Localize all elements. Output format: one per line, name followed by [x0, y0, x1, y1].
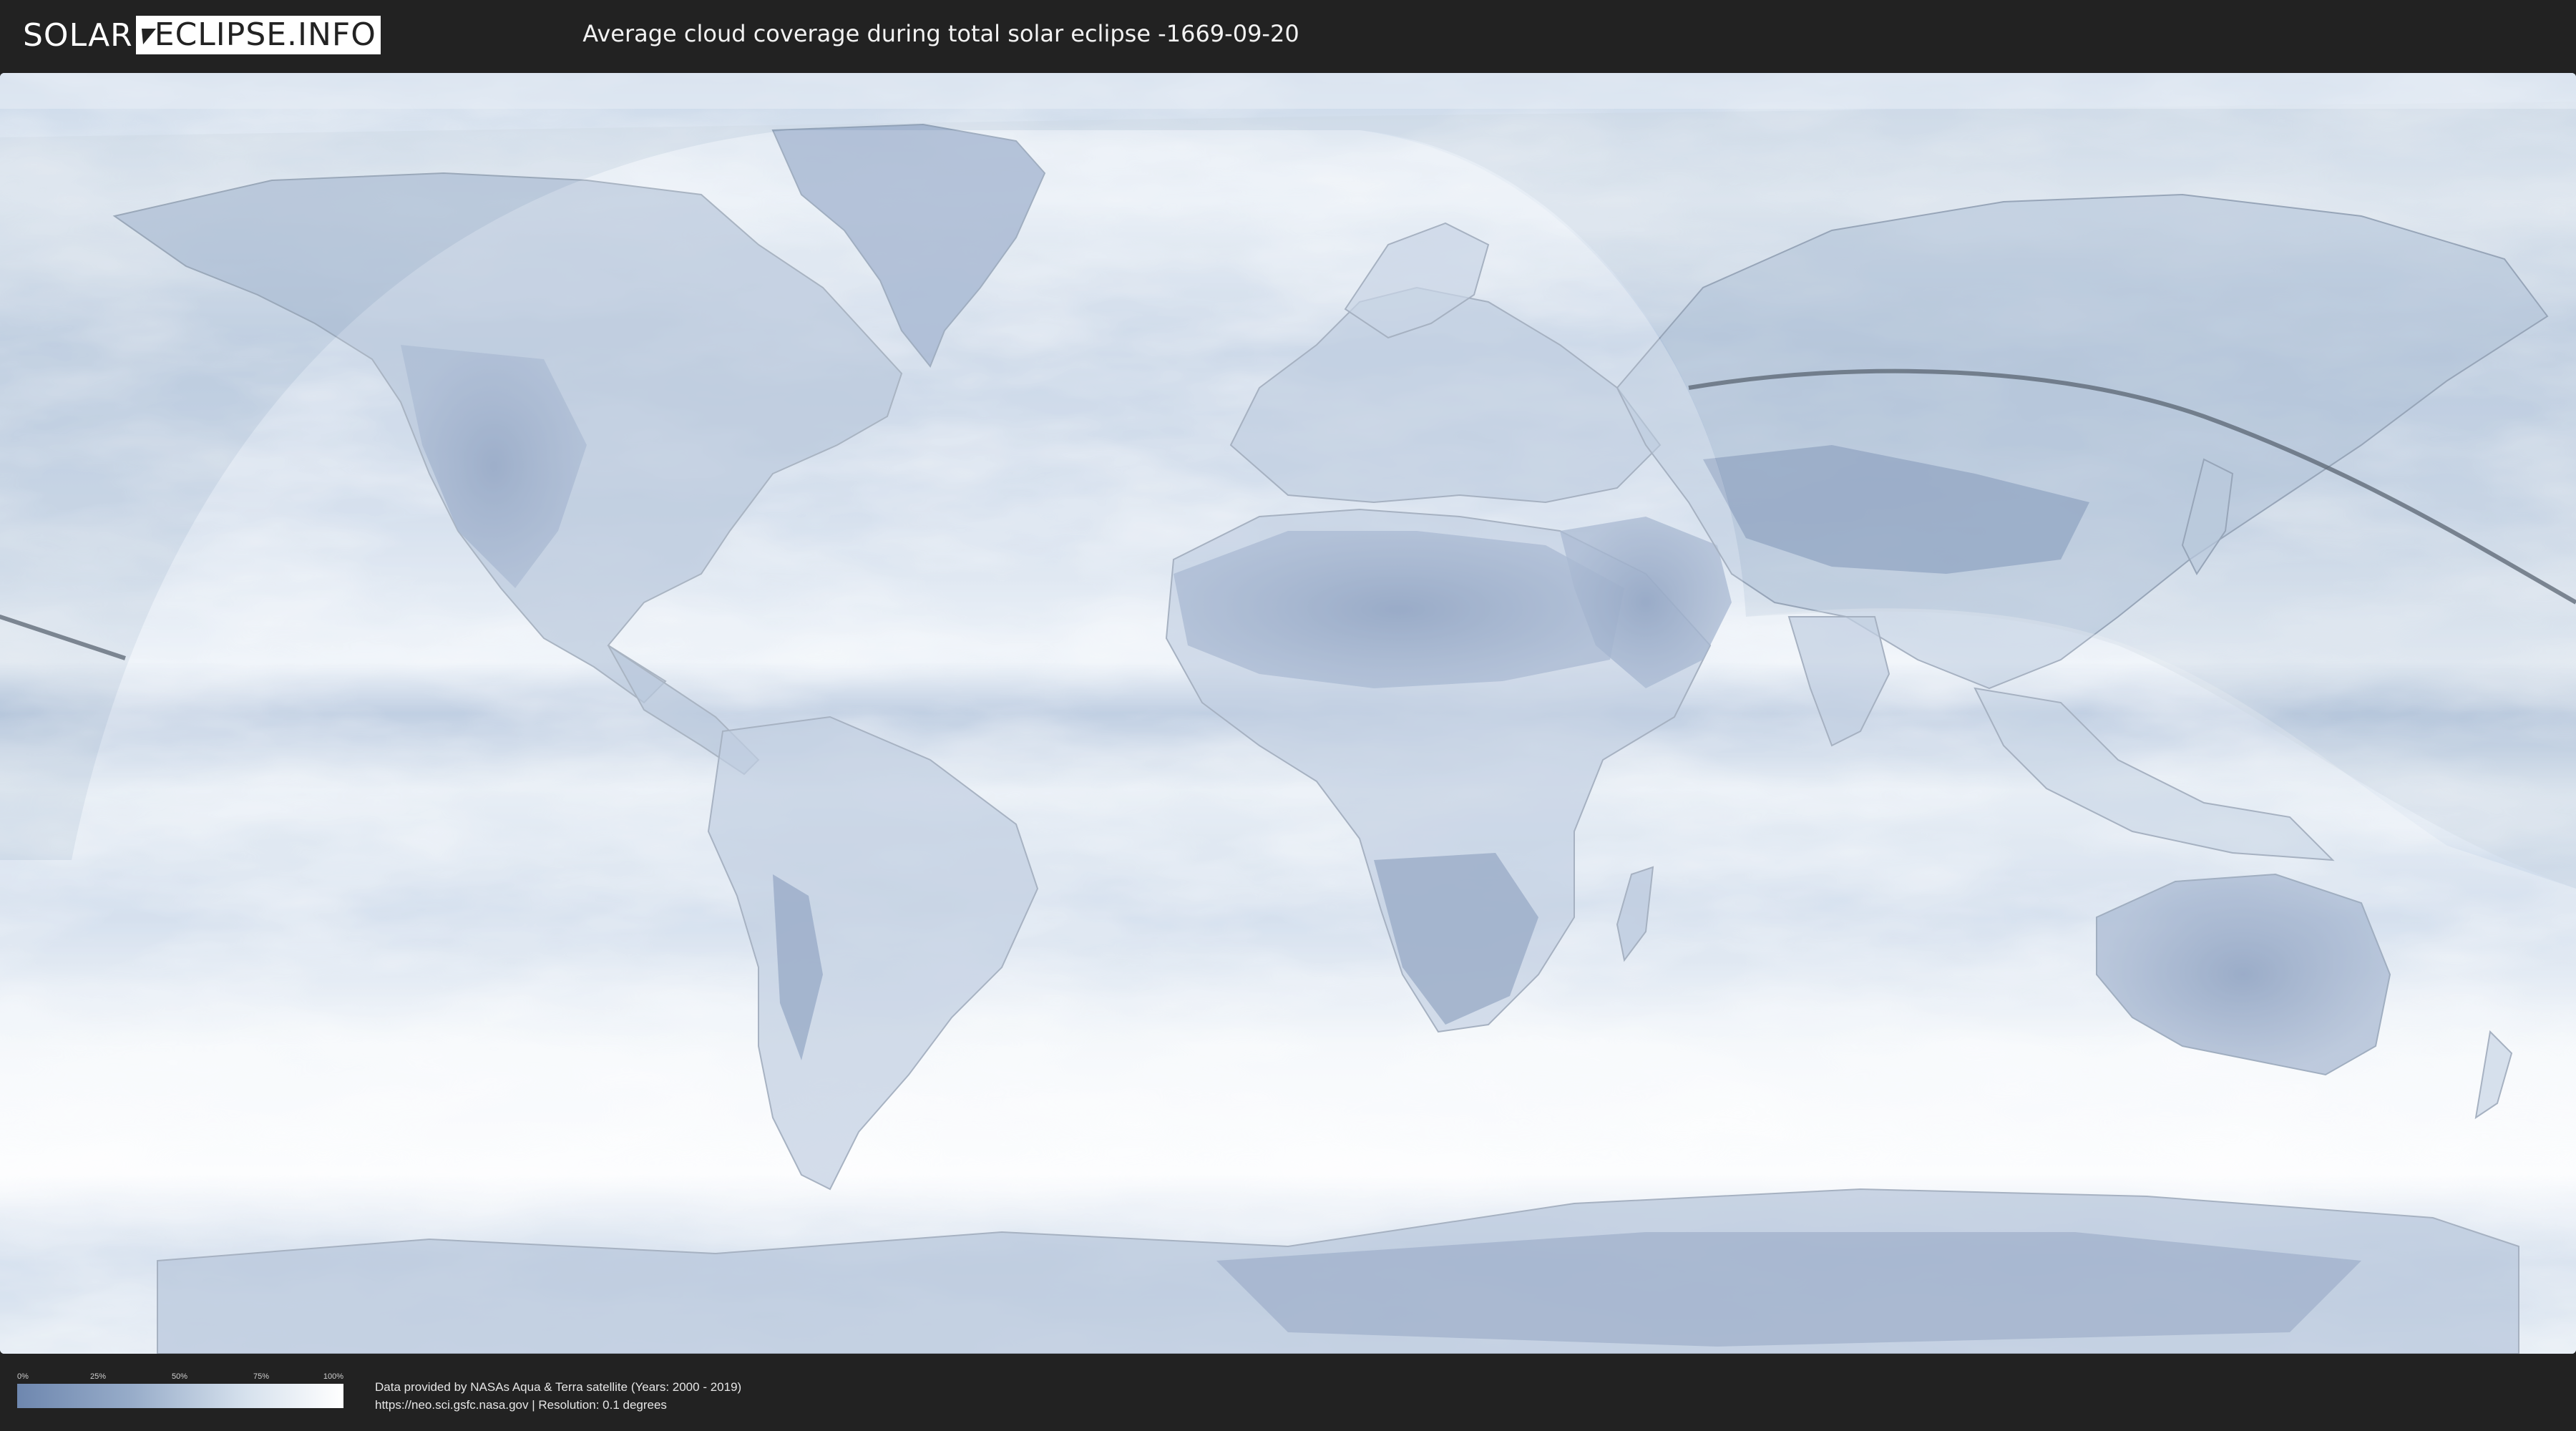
legend-tick: 50% — [172, 1372, 188, 1381]
data-credits: Data provided by NASAs Aqua & Terra sate… — [375, 1378, 741, 1414]
credits-line-url: https://neo.sci.gsfc.nasa.gov | Resoluti… — [375, 1398, 667, 1412]
header: SOLAR ECLIPSE.INFO Average cloud coverag… — [0, 0, 2576, 72]
legend-tick: 0% — [17, 1372, 29, 1381]
page: SOLAR ECLIPSE.INFO Average cloud coverag… — [0, 0, 2576, 1431]
credits-line-source: Data provided by NASAs Aqua & Terra sate… — [375, 1380, 742, 1394]
legend-tick: 75% — [253, 1372, 270, 1381]
world-map-svg — [0, 73, 2576, 1354]
legend-tick: 25% — [90, 1372, 107, 1381]
legend-ticks: 0% 25% 50% 75% 100% — [17, 1372, 343, 1384]
legend-tick: 100% — [323, 1372, 343, 1381]
cloud-coverage-map[interactable] — [0, 73, 2576, 1354]
polar-haze — [0, 73, 2576, 109]
footer: 0% 25% 50% 75% 100% Data provided by NAS… — [0, 1357, 2576, 1431]
page-title: Average cloud coverage during total sola… — [582, 20, 1299, 47]
legend-gradient-bar — [17, 1384, 343, 1408]
cloud-coverage-legend: 0% 25% 50% 75% 100% — [17, 1372, 343, 1408]
